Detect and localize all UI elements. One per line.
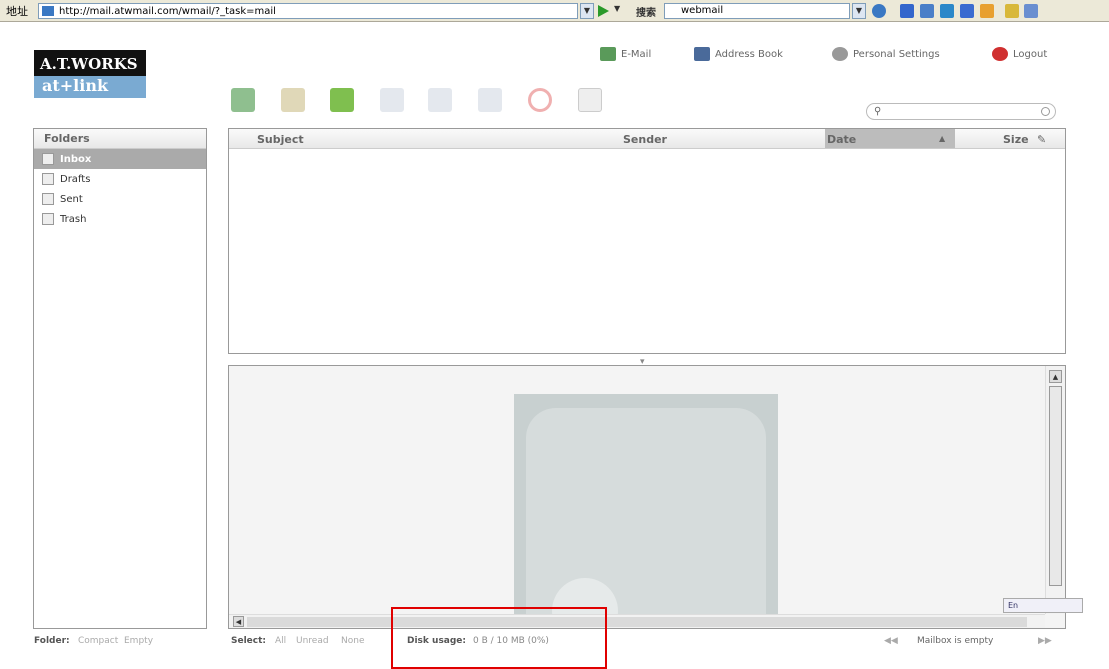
first-page-icon[interactable]: ◀◀ <box>884 636 898 646</box>
preview-envelope-shape <box>526 408 766 628</box>
trash-icon <box>42 213 54 225</box>
compose-button[interactable] <box>281 88 305 112</box>
folder-label: Inbox <box>60 153 92 165</box>
highlight-annotation-box <box>391 607 607 669</box>
print-button[interactable] <box>578 88 602 112</box>
get-mail-button[interactable] <box>231 88 255 112</box>
go-arrow-icon[interactable] <box>598 5 609 17</box>
ime-language-bar[interactable]: En <box>1003 598 1083 613</box>
mailbox-status: Mailbox is empty <box>917 636 994 646</box>
nav-logout-label: Logout <box>1013 48 1048 60</box>
browser-search-text: webmail <box>681 5 724 16</box>
nav-email[interactable]: E-Mail <box>600 47 651 61</box>
logo: A.T.WORKS at+link <box>34 50 146 102</box>
browser-search-input[interactable]: webmail <box>664 3 850 19</box>
sort-arrow-icon: ▲ <box>939 134 946 143</box>
inbox-icon <box>42 153 54 165</box>
folder-label: Drafts <box>60 173 91 185</box>
delete-button[interactable] <box>528 88 552 112</box>
address-label: 地址 <box>6 4 28 18</box>
preview-horizontal-scrollbar[interactable]: ◀ <box>229 614 1045 628</box>
nav-settings[interactable]: Personal Settings <box>832 47 940 61</box>
column-subject[interactable]: Subject <box>257 133 304 146</box>
compact-link[interactable]: Compact <box>78 636 118 646</box>
folder-inbox[interactable]: Inbox <box>34 149 206 169</box>
page-favicon-icon <box>42 6 54 16</box>
attachment-icon: ✎ <box>1037 133 1047 146</box>
nav-address-book[interactable]: Address Book <box>694 47 783 61</box>
search-label: 搜索 <box>636 8 656 19</box>
last-page-icon[interactable]: ▶▶ <box>1038 636 1052 646</box>
url-dropdown-button[interactable]: ▼ <box>580 3 594 19</box>
gear-icon <box>832 47 848 61</box>
select-all-link[interactable]: All <box>275 636 286 646</box>
scroll-up-icon[interactable]: ▲ <box>1049 370 1062 383</box>
reply-button[interactable] <box>380 88 404 112</box>
toolbar-addon-icon[interactable] <box>920 4 934 18</box>
mail-icon <box>600 47 616 61</box>
message-list: Subject Sender Date ▲ Size ✎ <box>228 128 1066 354</box>
nav-logout[interactable]: Logout <box>992 47 1047 61</box>
logout-icon <box>992 47 1008 61</box>
address-book-icon <box>694 47 710 61</box>
preview-pane: ▲ ◀ <box>228 365 1066 629</box>
empty-link[interactable]: Empty <box>124 636 153 646</box>
logo-line2: at+link <box>34 76 146 98</box>
url-text: http://mail.atwmail.com/wmail/?_task=mai… <box>59 5 276 17</box>
column-date[interactable]: Date <box>827 133 856 146</box>
scroll-left-icon[interactable]: ◀ <box>233 616 244 627</box>
logo-line1: A.T.WORKS <box>34 50 146 76</box>
nav-settings-label: Personal Settings <box>853 48 940 60</box>
folder-sent[interactable]: Sent <box>34 189 206 209</box>
paw-icon[interactable] <box>900 4 914 18</box>
select-label: Select: <box>231 636 267 646</box>
scroll-thumb[interactable] <box>1049 386 1062 586</box>
folder-actions-label: Folder: <box>34 636 70 646</box>
browser-search-dropdown-button[interactable]: ▼ <box>852 3 866 19</box>
save-icon[interactable] <box>960 4 974 18</box>
nav-address-book-label: Address Book <box>715 48 783 60</box>
more-icon[interactable] <box>1024 4 1038 18</box>
forward-button[interactable] <box>478 88 502 112</box>
preview-watermark <box>514 394 778 628</box>
column-sender[interactable]: Sender <box>623 133 667 146</box>
star-icon[interactable] <box>980 4 994 18</box>
preview-vertical-scrollbar[interactable]: ▲ <box>1045 366 1065 614</box>
folder-trash[interactable]: Trash <box>34 209 206 229</box>
folder-drafts[interactable]: Drafts <box>34 169 206 189</box>
mark-button[interactable] <box>330 88 354 112</box>
message-list-header: Subject Sender Date ▲ Size ✎ <box>229 129 1065 149</box>
folder-label: Sent <box>60 193 83 205</box>
go-dropdown-button[interactable]: ▼ <box>614 4 620 13</box>
url-input[interactable]: http://mail.atwmail.com/wmail/?_task=mai… <box>38 3 578 19</box>
search-reset-icon[interactable] <box>1041 107 1050 116</box>
window-icon[interactable] <box>940 4 954 18</box>
drafts-icon <box>42 173 54 185</box>
select-unread-link[interactable]: Unread <box>296 636 329 646</box>
folder-pane: Folders Inbox Drafts Sent Trash <box>33 128 207 629</box>
nav-email-label: E-Mail <box>621 48 652 60</box>
column-size[interactable]: Size <box>1003 133 1029 146</box>
ime-label: En <box>1008 601 1019 610</box>
scroll-thumb-horizontal[interactable] <box>247 617 1027 627</box>
folder-label: Trash <box>60 213 87 225</box>
select-none-link[interactable]: None <box>341 636 364 646</box>
pencil-icon[interactable] <box>1005 4 1019 18</box>
reply-all-button[interactable] <box>428 88 452 112</box>
search-icon: ⚲ <box>874 106 882 117</box>
refresh-icon[interactable] <box>872 4 886 18</box>
folders-header: Folders <box>34 129 206 149</box>
sent-icon <box>42 193 54 205</box>
quick-search-input[interactable]: ⚲ <box>866 103 1056 120</box>
